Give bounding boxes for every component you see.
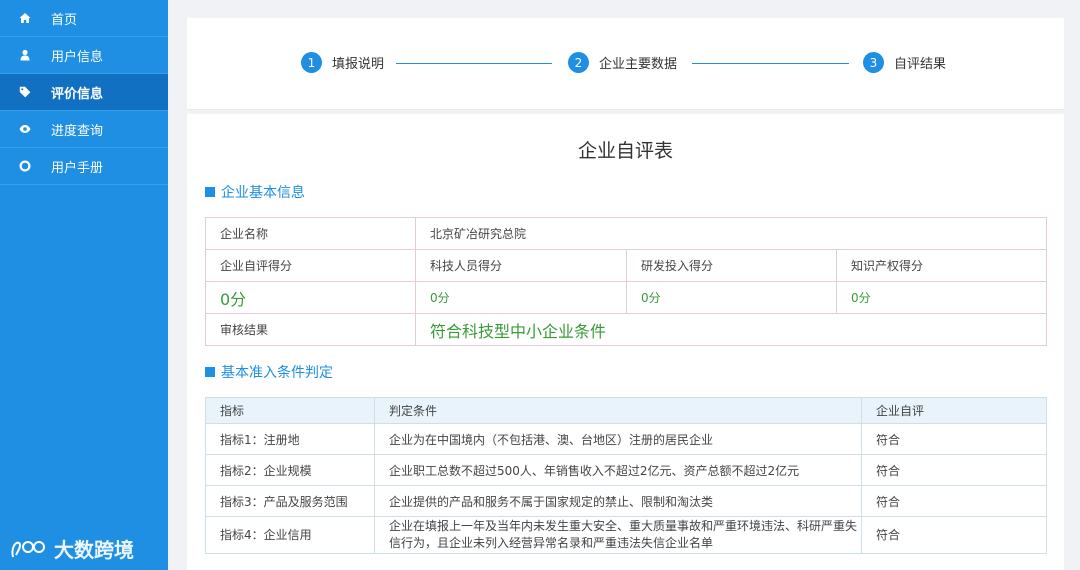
section-basic-info: 企业基本信息 xyxy=(205,182,305,202)
step-number: 1 xyxy=(301,52,322,73)
section-marker xyxy=(205,367,215,377)
user-icon xyxy=(18,48,32,62)
indicator-cell: 指标2：企业规模 xyxy=(205,454,375,486)
step-label: 企业主要数据 xyxy=(599,57,678,72)
step-label: 填报说明 xyxy=(332,57,385,72)
condition-cell: 企业在填报上一年及当年内未发生重大安全、重大质量事故和严重环境违法、科研严重失信… xyxy=(374,516,862,554)
home-icon xyxy=(18,11,32,25)
self-evaluation-form: 企业自评表 企业基本信息 企业名称 北京矿冶研究总院 企业自评得分 科技人员得分… xyxy=(187,114,1064,570)
step-connector xyxy=(692,63,849,64)
eye-icon xyxy=(18,122,32,136)
result-cell: 符合 xyxy=(861,454,1047,486)
tech-staff-score: 0分 xyxy=(415,281,627,314)
main-content: 1 填报说明 2 企业主要数据 3 自评结果 企业自评表 企业基本信息 企业名称… xyxy=(187,18,1064,570)
column-header: 企业自评 xyxy=(861,397,1047,424)
sidebar-item-label: 用户信息 xyxy=(51,49,104,65)
result-cell: 符合 xyxy=(861,516,1047,554)
ip-label: 知识产权得分 xyxy=(835,249,1048,282)
result-cell: 符合 xyxy=(861,485,1047,517)
sidebar-item-label: 进度查询 xyxy=(51,123,104,139)
sidebar-item-manual[interactable]: 用户手册 xyxy=(0,148,168,185)
sidebar-item-label: 用户手册 xyxy=(51,160,104,176)
step-number: 3 xyxy=(863,52,884,73)
column-header: 指标 xyxy=(205,397,375,424)
watermark: 大数跨境 xyxy=(10,534,134,563)
result-cell: 符合 xyxy=(861,423,1047,455)
audit-result-value: 符合科技型中小企业条件 xyxy=(414,313,1048,346)
step-number: 2 xyxy=(568,52,589,73)
tag-icon xyxy=(18,85,32,99)
section-marker xyxy=(205,187,215,197)
step-2[interactable]: 2 企业主要数据 xyxy=(568,52,677,73)
basic-info-table: 企业名称 北京矿冶研究总院 企业自评得分 科技人员得分 研发投入得分 知识产权得… xyxy=(205,217,1048,346)
condition-cell: 企业提供的产品和服务不属于国家规定的禁止、限制和淘汰类 xyxy=(374,485,862,517)
table-row: 指标3：产品及服务范围 企业提供的产品和服务不属于国家规定的禁止、限制和淘汰类 … xyxy=(205,485,1047,517)
watermark-text: 大数跨境 xyxy=(54,538,134,562)
table-row: 企业自评得分 科技人员得分 研发投入得分 知识产权得分 xyxy=(205,249,1048,282)
table-row: 指标4：企业信用 企业在填报上一年及当年内未发生重大安全、重大质量事故和严重环境… xyxy=(205,516,1047,554)
table-row: 指标1：注册地 企业为在中国境内（不包括港、澳、台地区）注册的居民企业 符合 xyxy=(205,423,1047,455)
sidebar: 首页 用户信息 评价信息 进度查询 用户手册 大数跨境 xyxy=(0,0,168,570)
table-header-row: 指标 判定条件 企业自评 xyxy=(205,397,1047,424)
sidebar-item-home[interactable]: 首页 xyxy=(0,0,168,37)
self-score-value: 0分 xyxy=(205,281,416,314)
table-row: 指标2：企业规模 企业职工总数不超过500人、年销售收入不超过2亿元、资产总额不… xyxy=(205,454,1047,486)
sidebar-item-user-info[interactable]: 用户信息 xyxy=(0,37,168,74)
indicator-cell: 指标3：产品及服务范围 xyxy=(205,485,375,517)
sidebar-item-progress[interactable]: 进度查询 xyxy=(0,111,168,148)
column-header: 判定条件 xyxy=(374,397,862,424)
circle-o-icon xyxy=(18,159,32,173)
table-row: 企业名称 北京矿冶研究总院 xyxy=(205,217,1048,250)
rd-score: 0分 xyxy=(626,281,837,314)
section-title-text: 基本准入条件判定 xyxy=(221,365,333,381)
section-criteria: 基本准入条件判定 xyxy=(205,362,333,382)
audit-result-label: 审核结果 xyxy=(205,313,416,346)
sidebar-item-label: 首页 xyxy=(51,12,78,28)
criteria-table: 指标 判定条件 企业自评 指标1：注册地 企业为在中国境内（不包括港、澳、台地区… xyxy=(205,397,1047,554)
company-name-value: 北京矿冶研究总院 xyxy=(414,217,1048,250)
table-row: 0分 0分 0分 0分 xyxy=(205,281,1048,314)
condition-cell: 企业为在中国境内（不包括港、澳、台地区）注册的居民企业 xyxy=(374,423,862,455)
step-label: 自评结果 xyxy=(894,57,947,72)
sidebar-item-evaluation[interactable]: 评价信息 xyxy=(0,74,168,111)
step-3[interactable]: 3 自评结果 xyxy=(863,52,946,73)
watermark-logo-icon xyxy=(11,540,45,557)
company-name-label: 企业名称 xyxy=(205,217,416,250)
table-row: 审核结果 符合科技型中小企业条件 xyxy=(205,313,1048,346)
page-title: 企业自评表 xyxy=(577,140,673,162)
rd-label: 研发投入得分 xyxy=(626,249,837,282)
step-1[interactable]: 1 填报说明 xyxy=(301,52,384,73)
tech-staff-label: 科技人员得分 xyxy=(415,249,627,282)
self-score-label: 企业自评得分 xyxy=(205,249,416,282)
ip-score: 0分 xyxy=(835,281,1048,314)
step-connector xyxy=(396,63,552,64)
condition-cell: 企业职工总数不超过500人、年销售收入不超过2亿元、资产总额不超过2亿元 xyxy=(374,454,862,486)
steps-bar: 1 填报说明 2 企业主要数据 3 自评结果 xyxy=(187,18,1064,110)
sidebar-item-label: 评价信息 xyxy=(51,86,104,102)
indicator-cell: 指标4：企业信用 xyxy=(205,516,375,554)
section-title-text: 企业基本信息 xyxy=(221,185,305,201)
indicator-cell: 指标1：注册地 xyxy=(205,423,375,455)
